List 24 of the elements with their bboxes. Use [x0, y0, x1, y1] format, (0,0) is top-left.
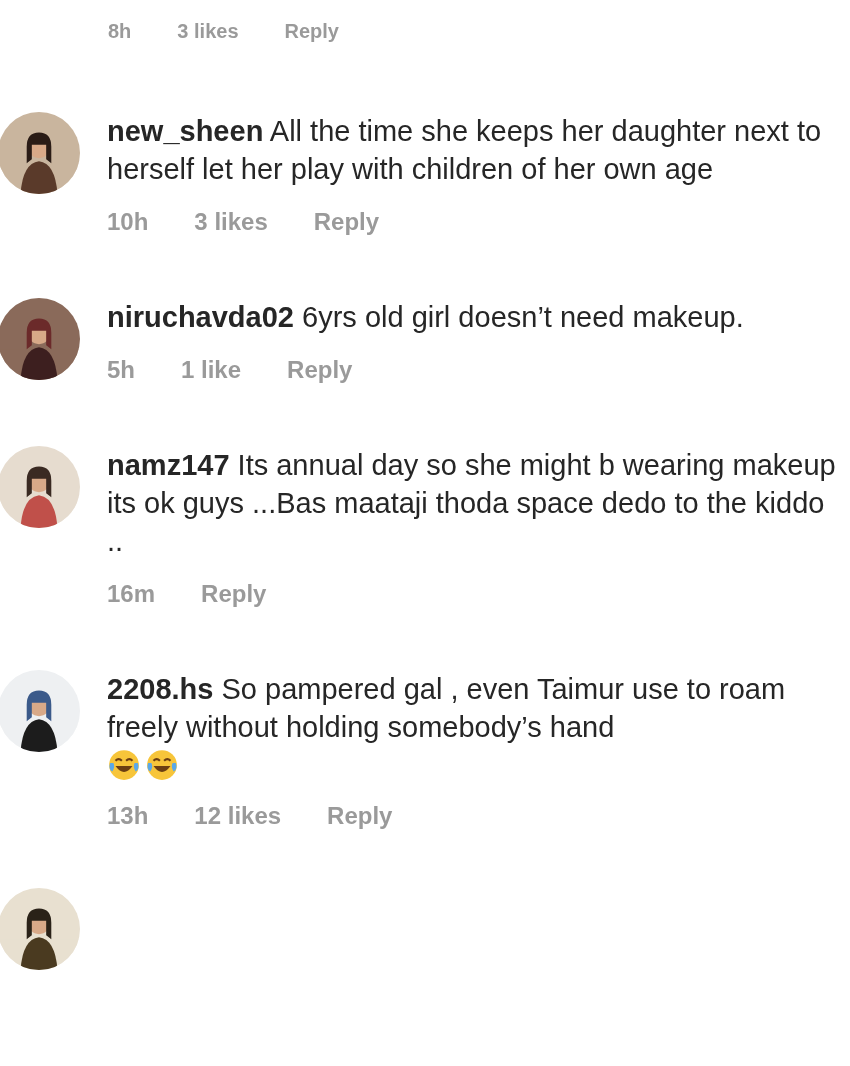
- reply-link[interactable]: Reply: [287, 356, 353, 384]
- reply-link[interactable]: Reply: [327, 802, 393, 830]
- reply-link[interactable]: Reply: [313, 208, 380, 236]
- username[interactable]: namz147: [107, 449, 230, 481]
- comment-text: niruchavda02 6yrs old girl doesn’t need makeup.: [107, 300, 745, 335]
- comment-text: namz147 Its annual day so she might b wearing makeup its ok guys ...Bas maataji thoda space dedo to the kiddo ..: [107, 448, 837, 559]
- laughing-emoji-icon: [107, 748, 141, 782]
- comment-time: 13h: [107, 802, 149, 830]
- like-count[interactable]: 3 likes: [177, 20, 239, 50]
- comment-text: 2208.hs So pampered gal , even Taimur use to roam freely without holding somebody’s hand: [107, 672, 787, 745]
- comment-text: new_sheen All the time she keeps her daughter next to herself let her play with children of her own age: [107, 114, 823, 187]
- comment-time: 10h: [107, 208, 149, 236]
- like-count[interactable]: 3 likes: [194, 208, 268, 236]
- username[interactable]: new_sheen: [107, 115, 264, 147]
- username[interactable]: 2208.hs: [107, 673, 214, 705]
- reply-link[interactable]: Reply: [284, 20, 339, 50]
- laughing-emoji-icon: [145, 748, 179, 782]
- comment-time: 16m: [107, 580, 156, 608]
- username[interactable]: niruchavda02: [107, 301, 294, 333]
- comment-time: 5h: [107, 356, 135, 384]
- comment-time: 8h: [108, 20, 132, 44]
- reply-link[interactable]: Reply: [201, 580, 267, 608]
- like-count[interactable]: 1 like: [181, 356, 242, 384]
- like-count[interactable]: 12 likes: [194, 802, 282, 830]
